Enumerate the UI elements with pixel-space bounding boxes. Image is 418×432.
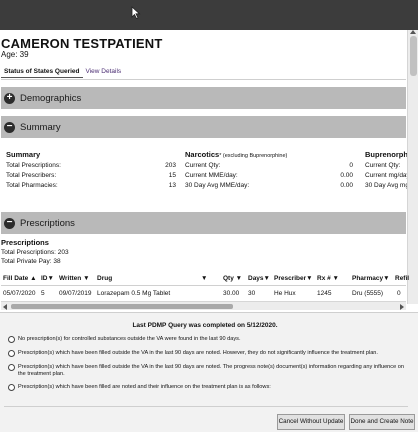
cell-id: 5 (41, 290, 45, 297)
tabs-divider (1, 79, 406, 80)
column-rx-number[interactable]: Rx # ▼ (317, 275, 339, 282)
table-row[interactable]: 05/07/2020 5 09/07/2019 Lorazepam 0.5 Mg… (1, 290, 406, 300)
patient-age: Age: 39 (1, 50, 29, 59)
vertical-scroll-thumb[interactable] (410, 36, 417, 76)
table-header-divider (1, 285, 406, 286)
total-prescriptions: Total Prescriptions: 203 (1, 249, 69, 256)
summary-general: Summary Total Prescriptions: 203 Total Pr… (6, 150, 176, 192)
column-fill-date[interactable]: Fill Date ▲ (3, 275, 37, 282)
narcotics-row: Current MME/day: 0.00 (185, 172, 353, 179)
section-demographics-label: Demographics (20, 92, 82, 104)
tab-status-of-states-queried[interactable]: Status of States Queried (1, 66, 83, 78)
buprenorphine-heading: Buprenorphi (365, 150, 407, 159)
response-option-label: Prescription(s) which have been filled o… (18, 350, 378, 356)
horizontal-scroll-thumb[interactable] (11, 304, 233, 309)
cell-prescriber: He Hux (274, 290, 296, 297)
cell-refills: 0 (397, 290, 401, 297)
section-prescriptions[interactable]: − Prescriptions (1, 212, 406, 234)
summary-heading: Summary (6, 150, 41, 159)
patient-name: CAMERON TESTPATIENT (1, 36, 163, 51)
summary-buprenorphine: Buprenorphi Current Qty: Current mg/day … (365, 150, 407, 192)
narcotics-row: 30 Day Avg MME/day: 0.00 (185, 182, 353, 189)
cell-qty: 30.00 (223, 290, 240, 297)
radio-button[interactable] (8, 336, 15, 343)
total-private-pay: Total Private Pay: 38 (1, 258, 61, 265)
narcotics-row: Current Qty: 0 (185, 162, 353, 169)
narcotics-heading-note: * (excluding Buprenorphine) (219, 153, 288, 159)
buprenorphine-row: Current mg/day (365, 172, 407, 179)
section-demographics[interactable]: + Demographics (1, 87, 406, 109)
response-option[interactable]: Prescription(s) which have been filled a… (8, 384, 406, 391)
tab-strip: Status of States Queried View Details (1, 66, 124, 78)
scroll-left-arrow-icon[interactable] (3, 304, 7, 310)
radio-button[interactable] (8, 384, 15, 391)
vertical-scrollbar[interactable] (407, 30, 418, 304)
column-pharmacy[interactable]: Pharmacy▼ (352, 275, 390, 282)
response-option[interactable]: No prescription(s) for controlled substa… (8, 336, 406, 343)
summary-row: Total Prescribers: 15 (6, 172, 176, 179)
summary-row: Total Prescriptions: 203 (6, 162, 176, 169)
scroll-right-arrow-icon[interactable] (400, 304, 404, 310)
buprenorphine-row: 30 Day Avg mg/ (365, 182, 407, 189)
cell-fill-date: 05/07/2020 (3, 290, 36, 297)
summary-narcotics: Narcotics* (excluding Buprenorphine) Cur… (185, 150, 353, 192)
cancel-without-update-button[interactable]: Cancel Without Update (277, 414, 345, 430)
narcotics-heading: Narcotics* (excluding Buprenorphine) (185, 150, 288, 159)
last-query-message: Last PDMP Query was completed on 5/12/20… (132, 322, 278, 329)
response-option[interactable]: Prescription(s) which have been filled o… (8, 364, 406, 378)
window-title-bar (0, 0, 418, 30)
column-drug-sort[interactable]: ▼ (201, 275, 207, 282)
response-divider (4, 406, 408, 407)
cell-pharmacy: Dru (5555) (352, 290, 384, 297)
column-id[interactable]: ID▼ (41, 275, 54, 282)
scroll-up-arrow-icon[interactable] (410, 30, 416, 34)
column-days[interactable]: Days▼ (248, 275, 270, 282)
horizontal-scrollbar[interactable] (1, 301, 406, 310)
radio-button[interactable] (8, 350, 15, 357)
cell-rx-number: 1245 (317, 290, 332, 297)
response-option[interactable]: Prescription(s) which have been filled o… (8, 350, 406, 357)
column-refills[interactable]: Refil (395, 275, 409, 282)
section-summary[interactable]: − Summary (1, 116, 406, 138)
column-prescriber[interactable]: Prescriber▼ (274, 275, 313, 282)
column-written[interactable]: Written ▼ (59, 275, 90, 282)
section-summary-label: Summary (20, 121, 61, 133)
minus-circle-icon[interactable]: − (4, 217, 15, 229)
response-option-label: Prescription(s) which have been filled a… (18, 384, 271, 390)
cell-days: 30 (248, 290, 256, 297)
response-option-label: Prescription(s) which have been filled o… (18, 364, 404, 377)
section-prescriptions-label: Prescriptions (20, 217, 75, 229)
mouse-pointer-icon (131, 6, 141, 19)
column-drug[interactable]: Drug (97, 275, 112, 282)
column-qty[interactable]: Qty ▼ (223, 275, 242, 282)
response-option-label: No prescription(s) for controlled substa… (18, 336, 241, 342)
prescriptions-table-header: Fill Date ▲ ID▼ Written ▼ Drug ▼ Qty ▼ D… (1, 275, 409, 285)
buprenorphine-row: Current Qty: (365, 162, 401, 169)
cell-drug: Lorazepam 0.5 Mg Tablet (97, 290, 171, 297)
cell-written: 09/07/2019 (59, 290, 92, 297)
prescriptions-heading: Prescriptions (1, 238, 49, 247)
radio-button[interactable] (8, 364, 15, 371)
done-and-create-note-button[interactable]: Done and Create Note (349, 414, 415, 430)
plus-circle-icon[interactable]: + (4, 92, 15, 104)
minus-circle-icon[interactable]: − (4, 121, 15, 133)
summary-row: Total Pharmacies: 13 (6, 182, 176, 189)
tab-view-details[interactable]: View Details (83, 66, 125, 78)
